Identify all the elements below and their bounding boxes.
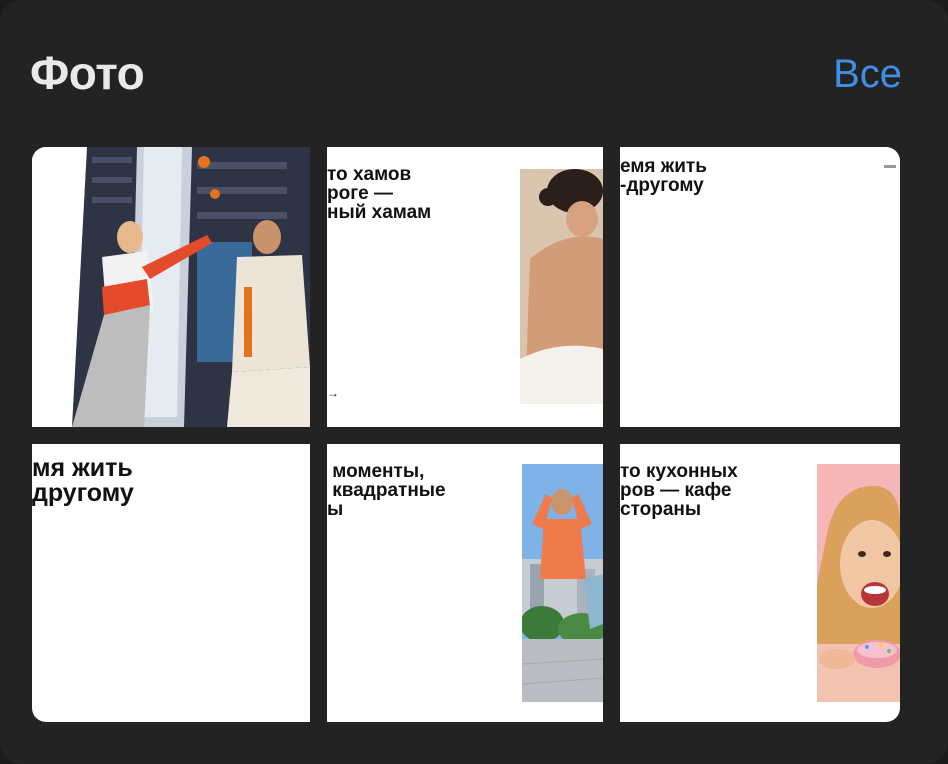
photo-tile[interactable]: мя жить другому <box>32 444 310 722</box>
tile-caption: емя жить -другому <box>620 156 707 196</box>
section-title: Фото <box>30 47 145 99</box>
tile-caption: моменты, квадратные ы <box>327 461 446 520</box>
tile-caption: то хамов роге — ный хамам <box>327 164 432 223</box>
tile-corner-mark <box>884 165 896 168</box>
photo-grid: то хамов роге — ный хамам → емя жить -др… <box>32 147 900 722</box>
photo-tile[interactable]: то кухонных ров — кафе сторaны <box>620 444 900 722</box>
photos-header: Фото Все <box>30 40 902 110</box>
see-all-link[interactable]: Все <box>833 52 902 97</box>
man-orange-hoodie-photo <box>522 464 603 702</box>
woman-donut-photo <box>817 464 900 702</box>
tile-caption: то кухонных ров — кафе сторaны <box>620 461 738 520</box>
woman-back-photo <box>520 169 603 404</box>
photo-tile[interactable]: моменты, квадратные ы <box>327 444 603 722</box>
photos-panel: Фото Все то хамов роге — ный хамам → емя… <box>0 0 948 764</box>
people-building-photo <box>32 147 310 427</box>
tile-caption: мя жить другому <box>32 454 134 507</box>
tile-small-note: → <box>327 386 339 400</box>
photo-tile[interactable]: емя жить -другому <box>620 147 900 427</box>
photo-tile[interactable] <box>32 147 310 427</box>
photo-tile[interactable]: то хамов роге — ный хамам → <box>327 147 603 427</box>
